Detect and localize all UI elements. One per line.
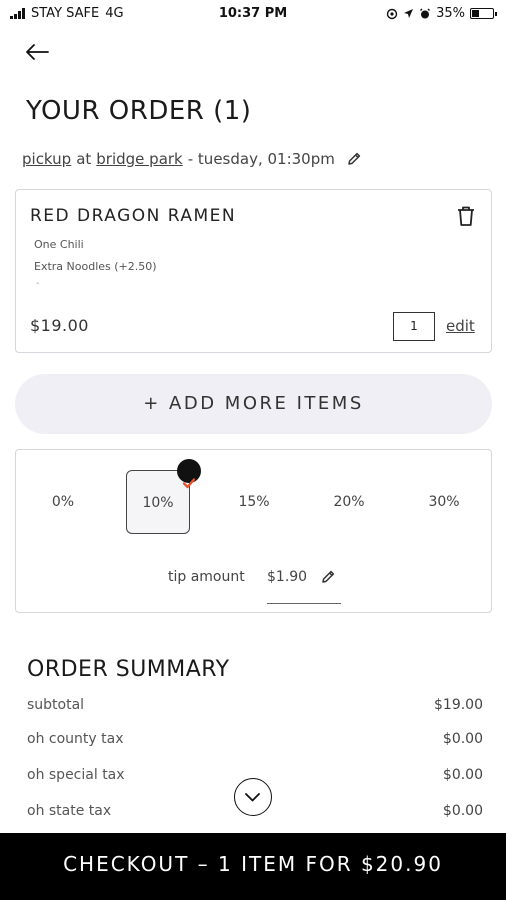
status-right: 35% <box>386 6 497 21</box>
tip-amount-underline <box>267 603 341 604</box>
page-title: YOUR ORDER (1) <box>26 96 252 126</box>
tip-amount-input[interactable]: $1.90 <box>267 569 307 585</box>
selected-badge <box>177 459 201 489</box>
tip-option-15[interactable]: 15% <box>222 470 286 534</box>
tip-amount-label: tip amount <box>168 569 245 585</box>
item-price: $19.00 <box>30 316 89 335</box>
summary-label: subtotal <box>27 697 85 713</box>
pickup-details: pickup at bridge park - tuesday, 01:30pm <box>22 150 362 168</box>
pickup-time-text: - tuesday, 01:30pm <box>187 150 335 168</box>
check-icon <box>182 478 196 489</box>
pickup-mode-link[interactable]: pickup <box>22 150 71 168</box>
summary-value: $0.00 <box>442 803 483 819</box>
summary-label: oh special tax <box>27 767 125 783</box>
summary-value: $19.00 <box>434 697 483 713</box>
quantity-input[interactable]: 1 <box>393 312 435 341</box>
summary-value: $0.00 <box>442 767 483 783</box>
back-button[interactable] <box>22 40 52 64</box>
order-summary-title: ORDER SUMMARY <box>27 657 230 682</box>
alarm-icon <box>420 8 431 18</box>
summary-label: oh state tax <box>27 803 112 819</box>
battery-icon <box>470 8 497 19</box>
pickup-at-text: at <box>76 150 92 168</box>
battery-percent: 35% <box>436 6 465 21</box>
item-modifier: Extra Noodles (+2.50) <box>34 260 157 273</box>
pencil-icon <box>322 570 335 583</box>
tip-option-0[interactable]: 0% <box>31 470 95 534</box>
summary-row: oh county tax $0.00 <box>27 731 483 747</box>
tip-option-10[interactable]: 10% <box>126 459 201 534</box>
tip-option-30[interactable]: 30% <box>412 470 476 534</box>
summary-label: oh county tax <box>27 731 124 747</box>
item-modifier: One Chili <box>34 238 84 251</box>
add-more-items-button[interactable]: + ADD MORE ITEMS <box>15 374 492 434</box>
summary-value: $0.00 <box>442 731 483 747</box>
pencil-icon <box>348 152 361 165</box>
summary-row: subtotal $19.00 <box>27 697 483 713</box>
tip-option-label: 10% <box>142 495 174 511</box>
scroll-down-button[interactable] <box>234 778 272 816</box>
tip-selector-card: 0% 10% 15% 20% 30% tip amount $1.90 <box>15 449 492 613</box>
location-icon <box>404 9 414 18</box>
cart-item-card: RED DRAGON RAMEN One Chili Extra Noodles… <box>15 189 492 353</box>
tip-option-20[interactable]: 20% <box>317 470 381 534</box>
edit-pickup-button[interactable] <box>346 151 362 167</box>
item-modifier-placeholder: - <box>36 278 40 289</box>
checkout-button[interactable]: CHECKOUT – 1 ITEM FOR $20.90 <box>0 833 506 900</box>
edit-tip-button[interactable] <box>320 569 336 585</box>
edit-item-link[interactable]: edit <box>446 317 475 335</box>
arrow-left-icon <box>26 44 49 60</box>
chevron-down-icon <box>245 793 260 802</box>
pickup-location-link[interactable]: bridge park <box>96 150 182 168</box>
orientation-lock-icon <box>386 8 398 19</box>
remove-item-button[interactable] <box>455 204 477 228</box>
trash-icon <box>458 206 474 226</box>
status-bar: STAY SAFE 4G 10:37 PM 35% <box>0 0 506 28</box>
item-name: RED DRAGON RAMEN <box>30 206 237 226</box>
